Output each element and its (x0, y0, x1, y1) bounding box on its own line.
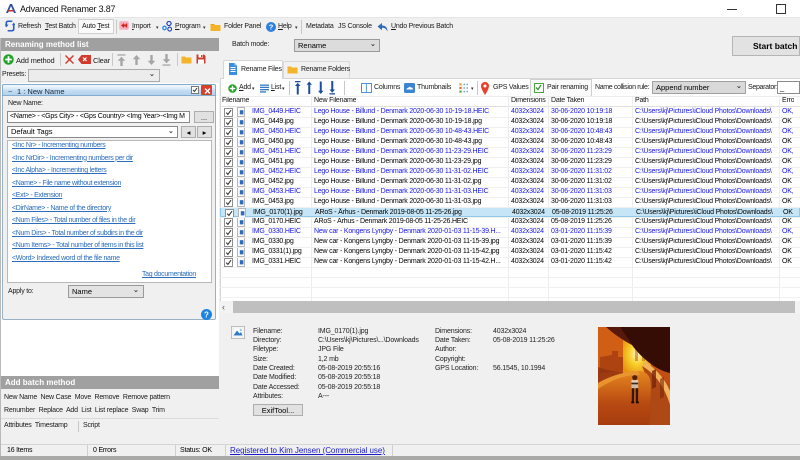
svg-text:?: ? (204, 310, 209, 319)
svg-text:?: ? (269, 23, 274, 32)
